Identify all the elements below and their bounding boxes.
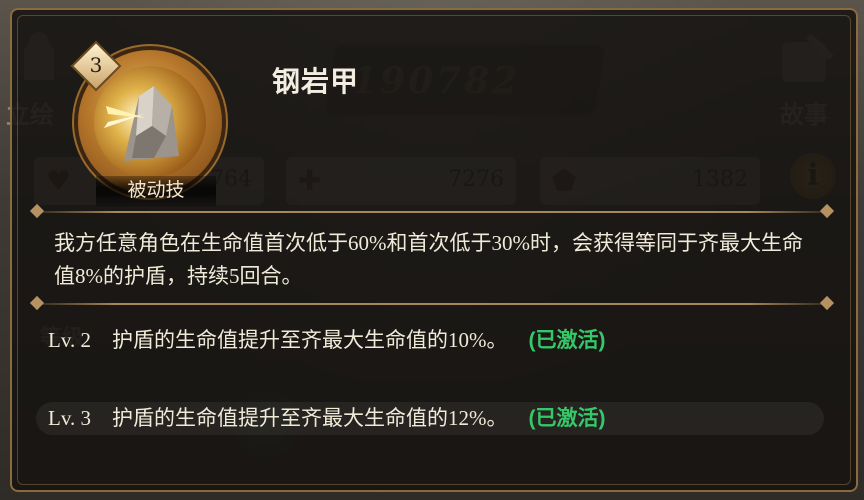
upgrade-text: 护盾的生命值提升至齐最大生命值的10%。 [111,328,508,352]
upgrade-level: Lv. 3 [48,406,91,430]
skill-icon [94,66,206,178]
divider-top [29,203,835,219]
skill-description: 我方任意角色在生命值首次低于60%和首次低于30%时，会获得等同于齐最大生命值8… [54,231,803,288]
upgrade-level: Lv. 2 [48,328,91,352]
upgrade-status: (已激活) [528,329,606,352]
skill-name: 钢岩甲 [272,66,360,97]
rock-armor-icon [104,86,179,161]
upgrade-text: 护盾的生命值提升至齐最大生命值的12%。 [111,406,508,430]
upgrade-row: Lv. 2 护盾的生命值提升至齐最大生命值的10%。 (已激活) [36,324,824,357]
upgrade-row: Lv. 3 护盾的生命值提升至齐最大生命值的12%。 (已激活) [36,402,824,435]
upgrade-status: (已激活) [528,407,606,430]
skill-level-number: 3 [89,53,103,77]
skill-type-label: 被动技 [96,176,216,206]
divider-middle [29,295,835,311]
